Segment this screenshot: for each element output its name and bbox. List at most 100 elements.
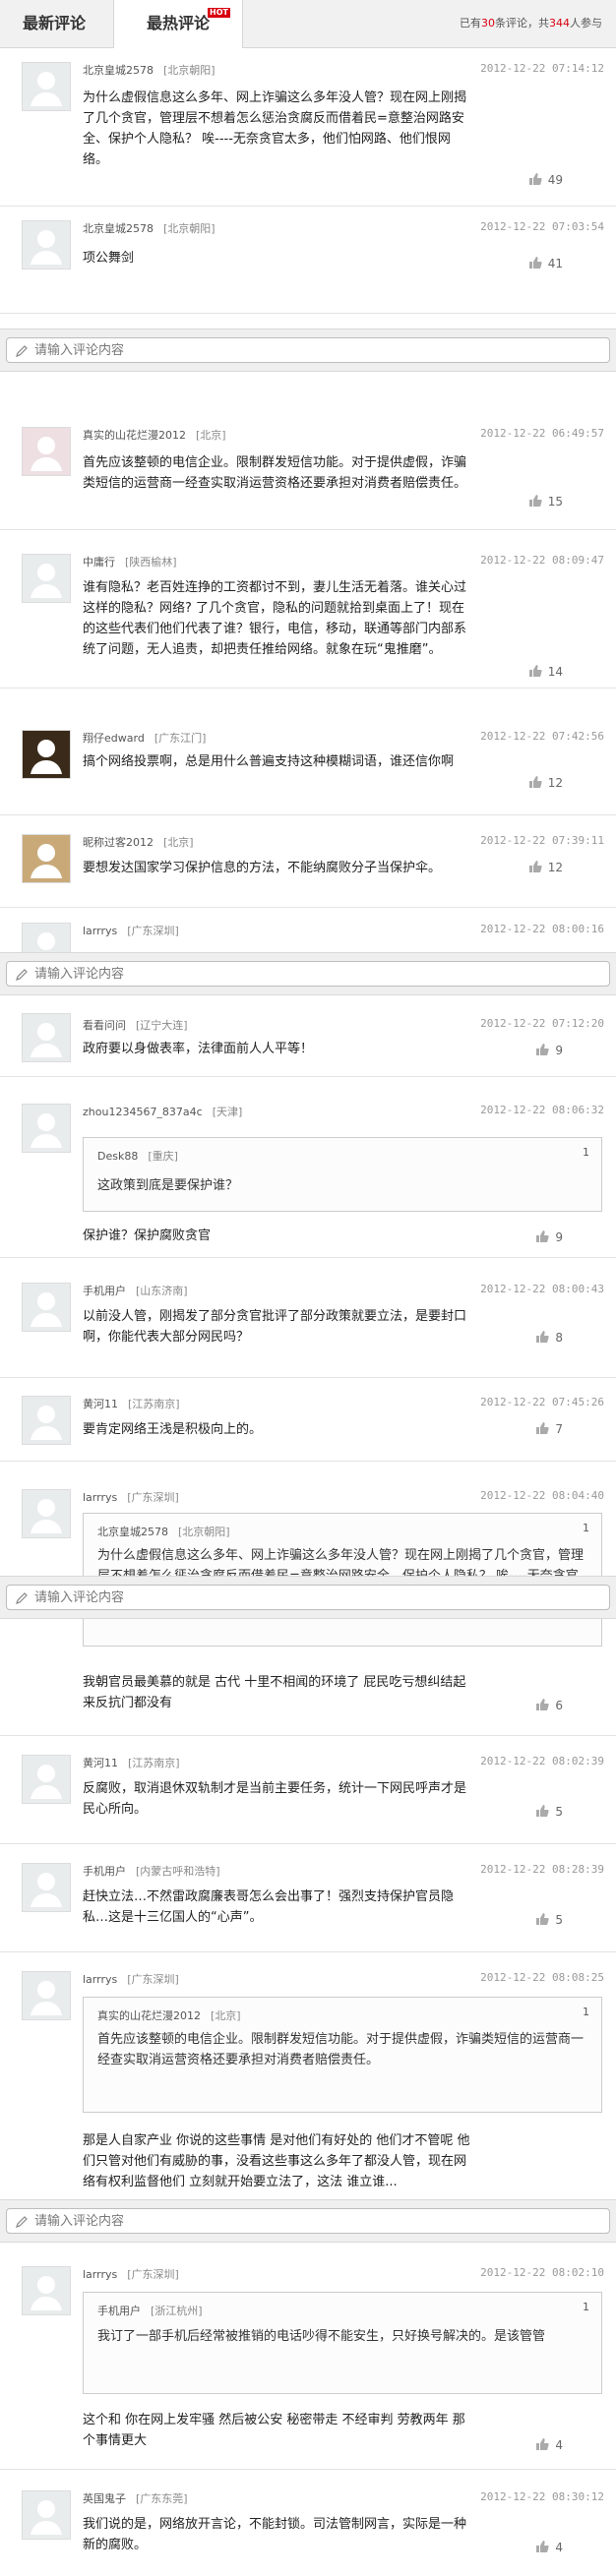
comment-location: [广东深圳] xyxy=(127,2268,179,2281)
avatar[interactable] xyxy=(22,2490,71,2540)
avatar[interactable] xyxy=(22,1755,71,1804)
comment-location: [广东深圳] xyxy=(127,1973,179,1986)
comment-input[interactable] xyxy=(34,964,585,984)
comment-time: 2012-12-22 08:00:43 xyxy=(480,1283,604,1295)
comment-username[interactable]: 手机用户 xyxy=(83,1285,126,1297)
avatar[interactable] xyxy=(22,1396,71,1445)
quote-username[interactable]: 北京皇城2578 xyxy=(97,1526,168,1538)
tab-latest-comments[interactable]: 最新评论 xyxy=(0,0,108,47)
like-count: 14 xyxy=(547,665,563,679)
comment-meta: 昵称过客2012 [北京] xyxy=(83,834,194,850)
comment-username[interactable]: larrrys xyxy=(83,925,117,937)
comment-input-box[interactable] xyxy=(6,1585,610,1610)
comment-username[interactable]: 看看问问 xyxy=(83,1019,126,1032)
like-button[interactable]: 5 xyxy=(535,1912,563,1927)
avatar[interactable] xyxy=(22,1863,71,1912)
comment-meta: 手机用户 [山东济南] xyxy=(83,1283,188,1298)
like-button[interactable]: 5 xyxy=(535,1804,563,1819)
pencil-icon xyxy=(15,967,29,981)
avatar[interactable] xyxy=(22,730,71,779)
comment-username[interactable]: zhou1234567_837a4c xyxy=(83,1106,203,1118)
like-count: 5 xyxy=(555,1913,563,1927)
quote-meta: 手机用户 [浙江杭州] xyxy=(97,2303,203,2318)
comment-username[interactable]: 黄河11 xyxy=(83,1398,118,1410)
comment-location: [陕西榆林] xyxy=(125,556,177,569)
comment-input-box[interactable] xyxy=(6,961,610,987)
like-button[interactable]: 9 xyxy=(535,1229,563,1244)
like-button[interactable]: 14 xyxy=(528,664,563,679)
quote-text: 这政策到底是要保护谁？ xyxy=(97,1178,239,1193)
comment-username[interactable]: 昵称过客2012 xyxy=(83,836,154,849)
avatar[interactable] xyxy=(22,2266,71,2315)
like-button[interactable]: 4 xyxy=(535,2540,563,2554)
avatar[interactable] xyxy=(22,62,71,111)
avatar[interactable] xyxy=(22,1104,71,1153)
comment-time: 2012-12-22 08:30:12 xyxy=(480,2490,604,2503)
default-avatar-icon xyxy=(31,72,62,106)
like-button[interactable]: 4 xyxy=(535,2437,563,2452)
quote-meta: 北京皇城2578 [北京朝阳] xyxy=(97,1524,230,1539)
thumbs-up-icon xyxy=(528,494,542,508)
comment-location: [北京] xyxy=(196,429,226,442)
avatar[interactable] xyxy=(22,1971,71,2020)
tab-hottest-comments[interactable]: 最热评论 HOT xyxy=(113,0,243,48)
comment-username[interactable]: 北京皇城2578 xyxy=(83,64,154,77)
like-button[interactable]: 6 xyxy=(535,1698,563,1712)
comment-username[interactable]: 中庸行 xyxy=(83,556,115,569)
avatar[interactable] xyxy=(22,554,71,603)
default-avatar-icon xyxy=(31,2276,62,2310)
like-button[interactable]: 41 xyxy=(528,256,563,270)
comment-item: 看看问问 [辽宁大连] 2012-12-22 07:12:20 政府要以身做表率，… xyxy=(0,1003,616,1077)
comment-input[interactable] xyxy=(34,340,585,360)
participant-count: 344 xyxy=(549,17,570,30)
like-button[interactable]: 12 xyxy=(528,860,563,874)
comment-time: 2012-12-22 08:09:47 xyxy=(480,554,604,567)
comment-username[interactable]: larrrys xyxy=(83,1973,117,1986)
comment-item: 手机用户 [内蒙古呼和浩特] 2012-12-22 08:28:39 赶快立法…不… xyxy=(0,1849,616,1952)
default-avatar-icon xyxy=(31,564,62,598)
thumbs-up-icon xyxy=(535,1229,550,1243)
summary-suffix: 人参与 xyxy=(570,17,602,30)
comment-item: 昵称过客2012 [北京] 2012-12-22 07:39:11 要想发达国家学… xyxy=(0,820,616,908)
comment-text: 赶快立法…不然雷政腐廉表哥怎么会出事了！强烈支持保护官员隐私…这是十三亿国人的“… xyxy=(83,1889,455,1925)
comment-username[interactable]: 手机用户 xyxy=(83,1865,126,1878)
quote-username[interactable]: Desk88 xyxy=(97,1150,138,1163)
comment-item: 真实的山花烂漫2012 [北京] 2012-12-22 06:49:57 首先应该… xyxy=(0,413,616,530)
avatar[interactable] xyxy=(22,1283,71,1332)
comment-username[interactable]: 翔仔edward xyxy=(83,732,145,745)
tab-hottest-label: 最热评论 xyxy=(146,14,210,32)
quote-username[interactable]: 真实的山花烂漫2012 xyxy=(97,2009,201,2022)
like-count: 41 xyxy=(547,257,563,270)
comment-username[interactable]: 北京皇城2578 xyxy=(83,222,154,235)
avatar[interactable] xyxy=(22,1013,71,1062)
comment-time: 2012-12-22 07:45:26 xyxy=(480,1396,604,1408)
avatar[interactable] xyxy=(22,923,71,954)
comment-count[interactable]: 30 xyxy=(481,17,495,30)
comment-username[interactable]: larrrys xyxy=(83,2268,117,2281)
quote-username[interactable]: 手机用户 xyxy=(97,2305,141,2317)
avatar[interactable] xyxy=(22,220,71,270)
comment-input[interactable] xyxy=(34,2211,585,2231)
avatar[interactable] xyxy=(22,834,71,883)
thumbs-up-icon xyxy=(528,664,542,678)
comment-item: 中庸行 [陕西榆林] 2012-12-22 08:09:47 谁有隐私？老百姓连挣… xyxy=(0,540,616,689)
like-button[interactable]: 9 xyxy=(535,1043,563,1057)
comment-username[interactable]: larrrys xyxy=(83,1491,117,1504)
avatar[interactable] xyxy=(22,1489,71,1538)
like-button[interactable]: 15 xyxy=(528,494,563,509)
comment-username[interactable]: 黄河11 xyxy=(83,1757,118,1769)
thumbs-up-icon xyxy=(535,1043,550,1056)
like-button[interactable]: 49 xyxy=(528,172,563,187)
comment-meta: 英国鬼子 [广东东莞] xyxy=(83,2490,188,2506)
comment-username[interactable]: 英国鬼子 xyxy=(83,2492,126,2505)
comment-username[interactable]: 真实的山花烂漫2012 xyxy=(83,429,186,442)
like-button[interactable]: 12 xyxy=(528,775,563,790)
like-button[interactable]: 7 xyxy=(535,1421,563,1436)
comment-input[interactable] xyxy=(34,1588,585,1607)
avatar[interactable] xyxy=(22,427,71,476)
default-avatar-icon xyxy=(31,740,62,774)
default-avatar-icon xyxy=(31,2500,62,2535)
like-button[interactable]: 8 xyxy=(535,1330,563,1345)
comment-input-box[interactable] xyxy=(6,2208,610,2234)
comment-input-box[interactable] xyxy=(6,337,610,363)
